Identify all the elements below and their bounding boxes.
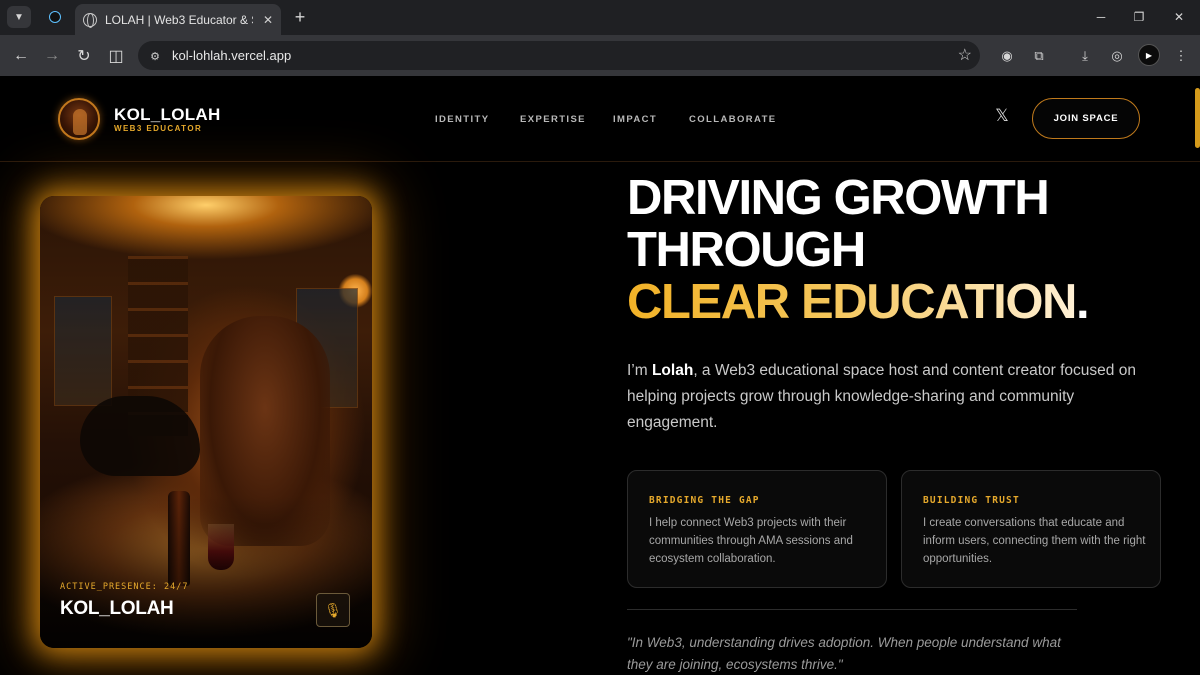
site-header: KOL_LOLAH WEB3 EDUCATOR IDENTITY EXPERTI… bbox=[0, 76, 1200, 162]
hero-title-line-1: DRIVING GROWTH bbox=[627, 171, 1050, 225]
nav-impact[interactable]: IMPACT bbox=[613, 114, 657, 125]
active-tab[interactable]: LOLAH | Web3 Educator & Spa ✕ bbox=[75, 4, 281, 35]
profile-avatar[interactable]: ▶ bbox=[1138, 44, 1160, 66]
presence-status: ACTIVE_PRESENCE: 24/7 bbox=[60, 582, 189, 592]
performance-icon[interactable]: ◎ bbox=[1106, 45, 1128, 67]
hero-title-line-3: CLEAR EDUCATION. bbox=[627, 275, 1090, 329]
site-favicon-icon bbox=[49, 11, 61, 23]
intro-prefix: I’m bbox=[627, 362, 652, 379]
card-scene-window bbox=[54, 296, 112, 406]
new-tab-button[interactable]: + bbox=[289, 6, 311, 28]
intro-text: , a Web3 educational space host and cont… bbox=[627, 362, 1136, 431]
address-bar[interactable]: ⚙ kol-lohlah.vercel.app ☆ bbox=[138, 41, 980, 70]
intro-name: Lolah bbox=[651, 362, 694, 379]
brand-avatar[interactable] bbox=[58, 98, 100, 140]
info-card-body: I help connect Web3 projects with their … bbox=[649, 517, 853, 565]
info-card-title: BRIDGING THE GAP bbox=[649, 495, 760, 506]
split-view-icon[interactable]: ◫ bbox=[104, 44, 128, 68]
close-window-button[interactable]: ✕ bbox=[1159, 6, 1199, 28]
info-card-trust: BUILDING TRUST I create conversations th… bbox=[901, 470, 1161, 588]
x-icon[interactable]: 𝕏 bbox=[992, 106, 1012, 126]
nav-identity[interactable]: IDENTITY bbox=[435, 114, 489, 125]
globe-icon bbox=[83, 12, 97, 28]
bookmark-star-icon[interactable]: ☆ bbox=[958, 45, 972, 65]
card-name: KOL_LOLAH bbox=[60, 598, 174, 619]
microphone-icon: 🎙︎ bbox=[324, 601, 342, 618]
web-page: KOL_LOLAH WEB3 EDUCATOR IDENTITY EXPERTI… bbox=[0, 76, 1200, 675]
close-tab-icon[interactable]: ✕ bbox=[263, 13, 273, 27]
brand-subtitle: WEB3 EDUCATOR bbox=[114, 124, 203, 133]
url-text[interactable]: kol-lohlah.vercel.app bbox=[172, 48, 291, 63]
divider bbox=[627, 609, 1077, 610]
tab-title: LOLAH | Web3 Educator & Spa bbox=[105, 12, 253, 27]
join-space-button[interactable]: JOIN SPACE bbox=[1032, 98, 1140, 139]
info-card-body: I create conversations that educate and … bbox=[923, 517, 1146, 565]
pinned-tab[interactable] bbox=[38, 6, 72, 28]
camera-icon[interactable]: ◉ bbox=[996, 45, 1018, 67]
hero-highlight: CLEAR EDUCATION bbox=[627, 275, 1077, 329]
nav-collaborate[interactable]: COLLABORATE bbox=[689, 114, 777, 125]
browser-toolbar: ← → ↻ ◫ ⚙ kol-lohlah.vercel.app ☆ ◉ ⧉ ⤓ … bbox=[0, 35, 1200, 76]
hero-title-line-2: THROUGH bbox=[627, 223, 866, 277]
nav-expertise[interactable]: EXPERTISE bbox=[520, 114, 586, 125]
forward-arrow-icon[interactable]: → bbox=[40, 44, 64, 68]
browser-tab-bar: ▼ LOLAH | Web3 Educator & Spa ✕ + ─ ❐ ✕ bbox=[0, 0, 1200, 35]
chevron-down-icon: ▼ bbox=[14, 11, 24, 23]
reload-icon[interactable]: ↻ bbox=[72, 44, 96, 68]
microphone-button[interactable]: 🎙︎ bbox=[316, 593, 350, 627]
extensions-puzzle-icon[interactable]: ⧉ bbox=[1028, 45, 1050, 67]
info-card-title: BUILDING TRUST bbox=[923, 495, 1020, 506]
download-icon[interactable]: ⤓ bbox=[1074, 45, 1096, 67]
restore-button[interactable]: ❐ bbox=[1119, 6, 1159, 28]
profile-card: ACTIVE_PRESENCE: 24/7 KOL_LOLAH 🎙︎ bbox=[40, 196, 372, 648]
minimize-button[interactable]: ─ bbox=[1081, 6, 1121, 28]
site-info-icon[interactable]: ⚙ bbox=[146, 47, 164, 65]
intro-paragraph: I’m Lolah, a Web3 educational space host… bbox=[627, 358, 1147, 436]
quote-text: "In Web3, understanding drives adoption.… bbox=[627, 635, 1061, 672]
kebab-menu-icon[interactable]: ⋮ bbox=[1170, 45, 1192, 67]
hero-period: . bbox=[1076, 275, 1090, 329]
back-arrow-icon[interactable]: ← bbox=[9, 44, 33, 68]
info-card-bridging: BRIDGING THE GAP I help connect Web3 pro… bbox=[627, 470, 887, 588]
tab-search-button[interactable]: ▼ bbox=[7, 6, 31, 28]
brand-name[interactable]: KOL_LOLAH bbox=[114, 105, 221, 125]
